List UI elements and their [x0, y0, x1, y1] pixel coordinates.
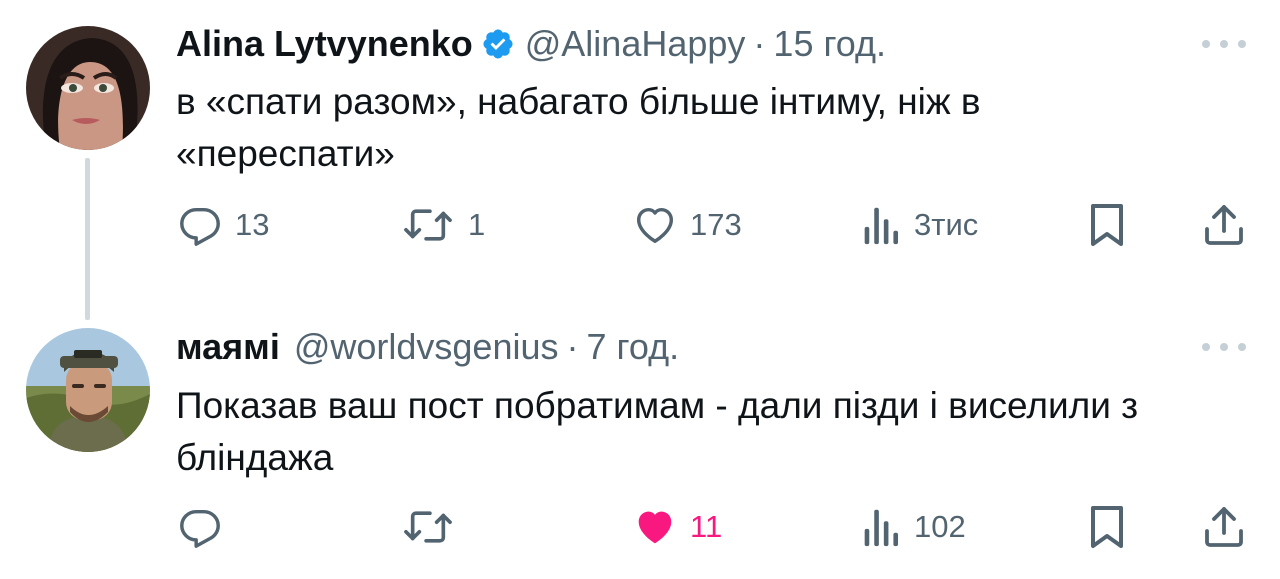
tweet[interactable]: Alina Lytvynenko @AlinaHappy · 15 год. в…: [0, 0, 1280, 320]
views-icon: [858, 202, 902, 248]
avatar[interactable]: [26, 328, 150, 452]
tweet-actions: 13 1 173 3тис: [0, 200, 1280, 250]
views-count: 102: [914, 509, 966, 544]
handle[interactable]: @worldvsgenius: [294, 326, 559, 368]
tweet[interactable]: маямі @worldvsgenius · 7 год. Показав ва…: [0, 300, 1280, 579]
tweet-actions: 11 102: [0, 502, 1280, 552]
bookmark-button[interactable]: [1087, 200, 1127, 250]
retweet-icon: [400, 202, 456, 248]
share-icon: [1200, 503, 1248, 551]
reply-icon: [177, 504, 223, 550]
display-name[interactable]: маямі: [176, 326, 280, 368]
more-icon[interactable]: [1202, 337, 1246, 357]
timestamp[interactable]: 15 год.: [773, 23, 886, 65]
bookmark-icon: [1087, 503, 1127, 551]
share-button[interactable]: [1200, 200, 1248, 250]
views-button[interactable]: 3тис: [858, 200, 978, 250]
views-button[interactable]: 102: [858, 502, 966, 552]
retweet-button[interactable]: 1: [400, 200, 485, 250]
tweet-text: Показав ваш пост побратимам - дали пізди…: [176, 385, 1139, 478]
display-name[interactable]: Alina Lytvynenko: [176, 23, 473, 65]
reply-count: 13: [235, 207, 270, 242]
views-icon: [858, 504, 902, 550]
views-count: 3тис: [914, 207, 979, 242]
handle[interactable]: @AlinaHappy: [525, 23, 746, 65]
reply-button[interactable]: 13: [177, 200, 269, 250]
timestamp[interactable]: 7 год.: [586, 326, 679, 368]
tweet-header: маямі @worldvsgenius · 7 год.: [176, 325, 679, 369]
like-icon: [632, 202, 678, 248]
bookmark-icon: [1087, 201, 1127, 249]
retweet-count: 1: [468, 207, 486, 242]
like-button[interactable]: 11: [632, 502, 722, 552]
separator: ·: [566, 326, 579, 367]
like-icon: [632, 504, 678, 550]
like-count: 11: [690, 509, 723, 544]
more-icon[interactable]: [1202, 34, 1246, 54]
reply-button[interactable]: [177, 502, 235, 552]
tweet-text: в «спати разом», набагато більше інтиму,…: [176, 81, 981, 174]
separator: ·: [753, 23, 766, 64]
verified-badge-icon[interactable]: [481, 27, 515, 61]
retweet-icon: [400, 504, 456, 550]
tweet-header: Alina Lytvynenko @AlinaHappy · 15 год.: [176, 22, 886, 66]
like-button[interactable]: 173: [632, 200, 742, 250]
bookmark-button[interactable]: [1087, 502, 1127, 552]
like-count: 173: [690, 207, 742, 242]
reply-icon: [177, 202, 223, 248]
avatar[interactable]: [26, 26, 150, 150]
retweet-button[interactable]: [400, 502, 468, 552]
share-button[interactable]: [1200, 502, 1248, 552]
share-icon: [1200, 201, 1248, 249]
